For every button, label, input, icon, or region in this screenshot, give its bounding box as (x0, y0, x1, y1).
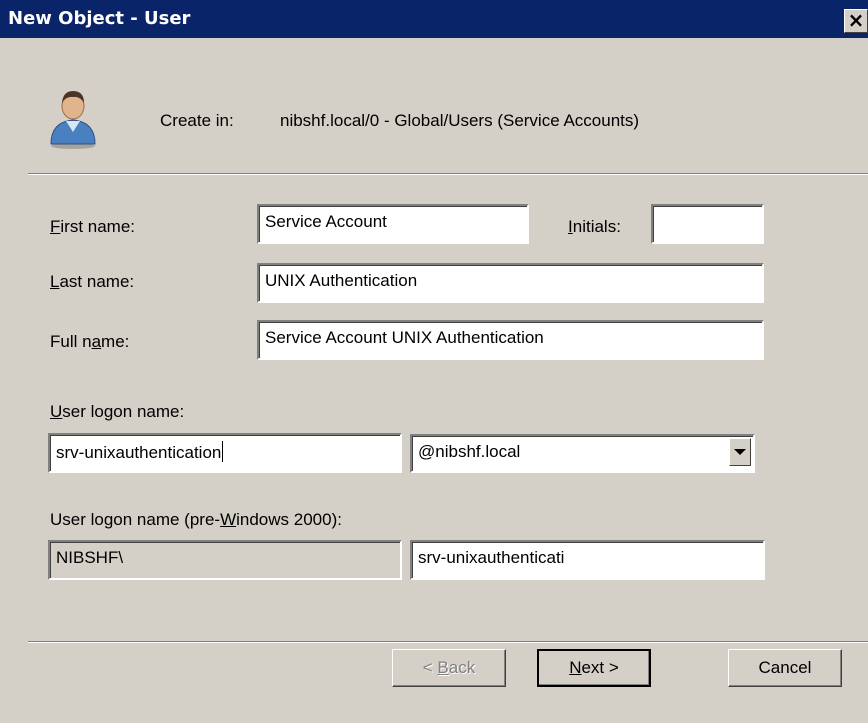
last-name-field[interactable]: UNIX Authentication (257, 263, 764, 303)
cancel-button[interactable]: Cancel (728, 649, 842, 687)
text-caret (222, 441, 224, 462)
logon-name-field[interactable]: srv-unixauthentication (48, 433, 402, 473)
domain-suffix-value: @nibshf.local (418, 442, 521, 461)
chevron-down-icon[interactable] (729, 438, 751, 466)
initials-field[interactable] (651, 204, 764, 244)
first-name-field[interactable]: Service Account (257, 204, 529, 244)
initials-label: Initials: (568, 217, 621, 236)
full-name-label: Full name: (50, 332, 130, 351)
last-name-label: Last name: (50, 272, 135, 291)
pre-win2000-name-field[interactable]: srv-unixauthenticati (410, 540, 765, 580)
domain-suffix-dropdown[interactable]: @nibshf.local (410, 434, 755, 473)
pre-win2000-domain-field: NIBSHF\ (48, 540, 402, 580)
back-button[interactable]: < Back (392, 649, 506, 687)
first-name-label: First name: (50, 217, 136, 236)
new-user-dialog: New Object - User × Create in: nibshf.lo… (0, 0, 868, 723)
next-button[interactable]: Next > (537, 649, 651, 687)
user-icon (50, 91, 96, 149)
close-icon[interactable]: × (844, 9, 868, 33)
logon-name-value: srv-unixauthentication (56, 443, 222, 462)
create-in-label: Create in: (160, 111, 234, 130)
full-name-field[interactable]: Service Account UNIX Authentication (257, 320, 764, 360)
title-bar: New Object - User × (0, 0, 868, 38)
separator (28, 173, 868, 175)
create-in-path: nibshf.local/0 - Global/Users (Service A… (280, 111, 640, 130)
separator (28, 641, 868, 643)
pre-win2000-label: User logon name (pre-Windows 2000): (50, 510, 342, 529)
window-title: New Object - User (8, 8, 191, 29)
logon-name-label: User logon name: (50, 402, 185, 421)
